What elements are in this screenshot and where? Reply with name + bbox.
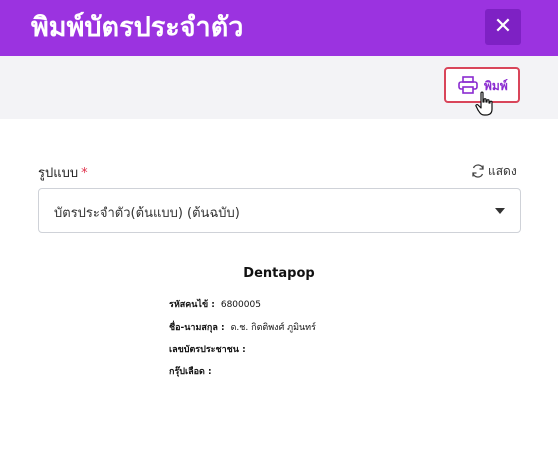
card-row-id-number: เลขบัตรประชาชน : — [169, 342, 252, 356]
hand-cursor-icon — [475, 91, 493, 116]
card-row-name: ชื่อ-นามสกุล : ด.ช. กิตติพงศ์ ภูมินทร์ — [169, 320, 316, 334]
format-label: รูปแบบ * — [38, 162, 88, 183]
format-select[interactable]: บัตรประจำตัว(ต้นแบบ) (ต้นฉบับ) — [38, 188, 521, 233]
card-row-label: รหัสคนไข้ : — [169, 300, 215, 310]
format-label-text: รูปแบบ — [38, 166, 79, 181]
card-row-label: ชื่อ-นามสกุล : — [169, 323, 225, 333]
card-row-value: ด.ช. กิตติพงศ์ ภูมินทร์ — [230, 323, 316, 333]
caret-down-icon — [495, 208, 505, 214]
close-button[interactable]: ✕ — [485, 9, 521, 45]
card-row-label: กรุ๊ปเลือด : — [169, 367, 212, 377]
show-button[interactable]: แสดง — [471, 162, 517, 181]
card-row-patient-id: รหัสคนไข้ : 6800005 — [169, 297, 261, 311]
modal-title: พิมพ์บัตรประจำตัว — [31, 12, 244, 43]
card-row-value: 6800005 — [220, 300, 261, 310]
refresh-icon — [472, 164, 484, 178]
modal-header: พิมพ์บัตรประจำตัว ✕ — [0, 0, 558, 56]
show-label: แสดง — [488, 164, 517, 178]
close-icon: ✕ — [493, 14, 513, 39]
card-title: Dentapop — [243, 266, 315, 281]
card-row-blood-group: กรุ๊ปเลือด : — [169, 364, 218, 378]
format-select-value: บัตรประจำตัว(ต้นแบบ) (ต้นฉบับ) — [54, 206, 240, 221]
required-mark: * — [81, 166, 88, 181]
card-row-label: เลขบัตรประชาชน : — [169, 345, 246, 355]
